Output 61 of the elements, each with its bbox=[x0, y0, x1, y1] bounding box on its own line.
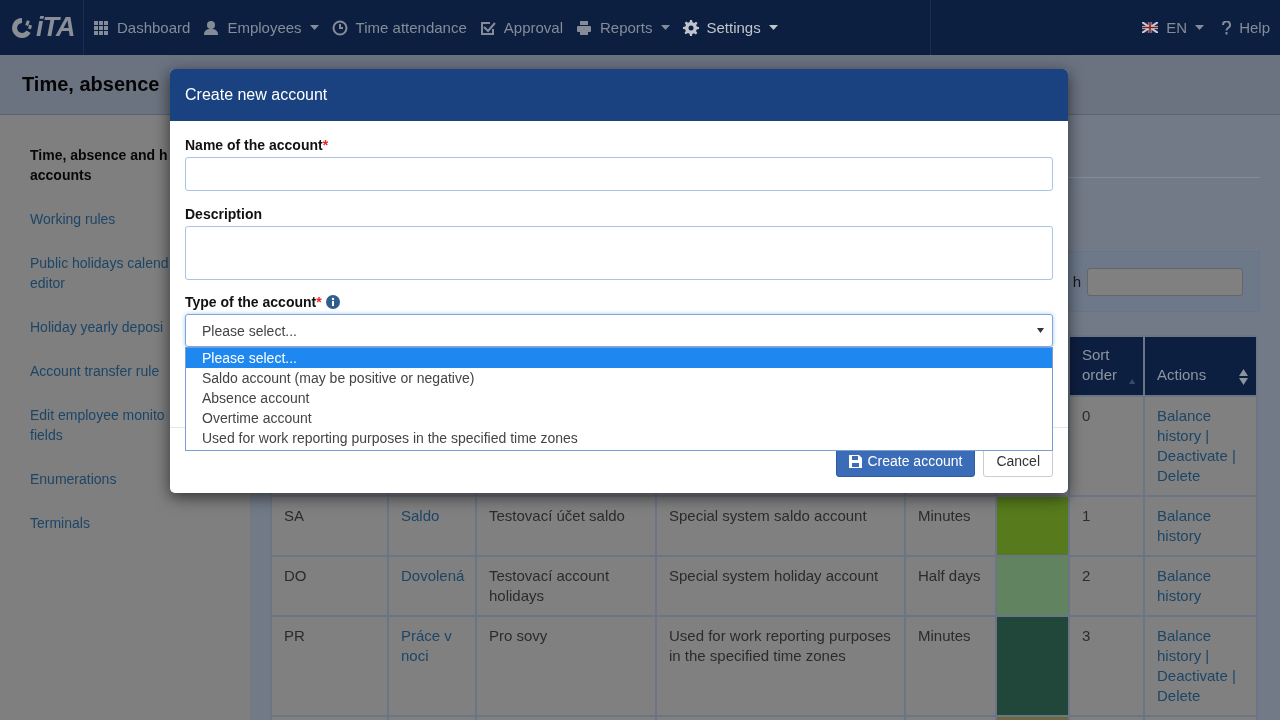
table-cell: Half days bbox=[918, 567, 981, 584]
nav-item[interactable]: Reports bbox=[576, 19, 670, 36]
column-header[interactable]: Actions bbox=[1145, 337, 1256, 395]
table-cell: Minutes bbox=[918, 627, 971, 644]
logo-text: iTA bbox=[36, 12, 75, 43]
table-cell: 0 bbox=[1082, 407, 1091, 424]
sort-icon bbox=[1128, 378, 1135, 385]
field-label: Type of the account* bbox=[185, 294, 322, 310]
nav-item[interactable]: Time attendance bbox=[331, 19, 467, 36]
save-icon bbox=[849, 454, 863, 468]
table-cell: PR bbox=[284, 627, 305, 644]
dropdown-option[interactable]: Overtime account bbox=[186, 408, 1052, 428]
table-cell: Pro sovy bbox=[489, 627, 548, 644]
settings-icon bbox=[682, 19, 699, 36]
sort-icon bbox=[1239, 369, 1248, 385]
sidebar-item[interactable]: Terminals bbox=[30, 513, 250, 533]
field-label: Description bbox=[185, 206, 262, 222]
logo-icon bbox=[10, 15, 34, 40]
caret-icon bbox=[1037, 328, 1044, 333]
table-cell: 3 bbox=[1082, 627, 1091, 644]
info-icon[interactable] bbox=[325, 295, 340, 309]
flag-icon bbox=[1142, 22, 1159, 33]
dropdown-option[interactable]: Used for work reporting purposes in the specified time zones bbox=[186, 428, 1052, 448]
table-cell: 2 bbox=[1082, 567, 1091, 584]
dropdown-option[interactable]: Please select... bbox=[186, 348, 1052, 368]
nav-item[interactable]: Approval bbox=[479, 19, 563, 36]
user-icon bbox=[203, 19, 220, 36]
caret-icon bbox=[309, 25, 319, 30]
table-cell: SA bbox=[284, 507, 304, 524]
caret-icon bbox=[768, 25, 778, 30]
dropdown-option[interactable]: Saldo account (may be positive or negative) bbox=[186, 368, 1052, 388]
nav-item[interactable]: Dashboard bbox=[93, 19, 191, 36]
clock-icon bbox=[331, 19, 348, 36]
language-menu[interactable]: EN bbox=[1142, 19, 1205, 36]
nav-item[interactable]: Employees bbox=[203, 19, 319, 36]
search-label: h bbox=[1072, 273, 1081, 290]
input-field[interactable] bbox=[185, 157, 1053, 191]
modal-title: Create new account bbox=[185, 86, 328, 104]
grid-icon bbox=[93, 19, 109, 36]
caret-icon bbox=[660, 25, 670, 30]
table-cell: 1 bbox=[1082, 507, 1091, 524]
caret-icon bbox=[1195, 25, 1205, 30]
help-link[interactable]: Help bbox=[1222, 19, 1270, 36]
select-field[interactable]: Please select... bbox=[185, 314, 1053, 347]
table-cell: DO bbox=[284, 567, 307, 584]
nav-item[interactable]: Settings bbox=[682, 19, 778, 36]
search-field[interactable] bbox=[1087, 267, 1243, 296]
dropdown-option[interactable]: Absence account bbox=[186, 388, 1052, 408]
help-icon bbox=[1222, 20, 1232, 35]
field-label: Name of the account* bbox=[185, 137, 329, 153]
checkbox-icon bbox=[479, 19, 496, 36]
textarea-field[interactable] bbox=[185, 226, 1053, 280]
printer-icon bbox=[576, 19, 592, 36]
table-cell: Testovací account holidays bbox=[489, 567, 610, 604]
column-header[interactable]: Sort order bbox=[1070, 337, 1143, 395]
table-cell: Used for work reporting purposes in the specified time zones bbox=[669, 627, 891, 664]
table-cell: Minutes bbox=[918, 507, 971, 524]
table-cell: Special system holiday account bbox=[669, 567, 879, 584]
page-title: Time, absence bbox=[22, 73, 160, 96]
table-cell: Testovací účet saldo bbox=[489, 507, 625, 524]
table-cell: Special system saldo account bbox=[669, 507, 867, 524]
